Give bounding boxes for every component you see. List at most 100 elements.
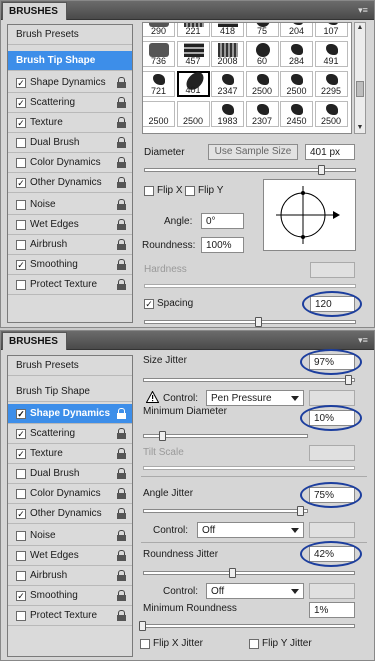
sidebar-item-brush-tip-shape[interactable]: Brush Tip Shape xyxy=(8,51,132,71)
lock-icon[interactable] xyxy=(117,590,126,601)
protect-texture-checkbox[interactable] xyxy=(16,611,26,621)
spacing-slider-knob[interactable] xyxy=(255,317,262,327)
brush-preset-tile[interactable]: 491 xyxy=(314,41,348,67)
sidebar-item-other-dynamics[interactable]: ✓ Other Dynamics xyxy=(8,173,132,193)
brush-preset-tile[interactable]: 457 xyxy=(176,41,210,67)
angle-field[interactable]: 0° xyxy=(201,213,244,229)
brush-preset-tile[interactable]: 2008 xyxy=(211,41,244,67)
sidebar-item-smoothing[interactable]: ✓ Smoothing xyxy=(8,586,132,606)
shape-dynamics-checkbox[interactable]: ✓ xyxy=(16,78,26,88)
scroll-down-icon[interactable]: ▼ xyxy=(355,123,365,133)
scroll-thumb[interactable] xyxy=(356,81,364,97)
panel-menu-icon[interactable]: ▾≡ xyxy=(356,4,370,16)
sidebar-item-smoothing[interactable]: ✓ Smoothing xyxy=(8,255,132,275)
brush-preset-tile[interactable]: 721 xyxy=(143,71,175,97)
brush-preset-tile[interactable]: 2307 xyxy=(245,101,279,127)
minimum-diameter-slider-knob[interactable] xyxy=(159,431,166,441)
airbrush-checkbox[interactable] xyxy=(16,240,26,250)
sidebar-item-wet-edges[interactable]: Wet Edges xyxy=(8,215,132,235)
sidebar-item-protect-texture[interactable]: Protect Texture xyxy=(8,275,132,295)
flip-y-checkbox[interactable] xyxy=(185,186,195,196)
smoothing-checkbox[interactable]: ✓ xyxy=(16,591,26,601)
angle-jitter-slider-track[interactable] xyxy=(143,509,308,513)
use-sample-size-button[interactable]: Use Sample Size xyxy=(208,144,298,160)
brush-preset-tile[interactable]: 736 xyxy=(143,41,175,67)
noise-checkbox[interactable] xyxy=(16,531,26,541)
angle-jitter-slider-knob[interactable] xyxy=(297,506,304,516)
other-dynamics-checkbox[interactable]: ✓ xyxy=(16,178,26,188)
brush-preset-tile[interactable]: 221 xyxy=(176,23,210,37)
protect-texture-checkbox[interactable] xyxy=(16,280,26,290)
control-select-roundness[interactable]: Off xyxy=(206,583,304,599)
other-dynamics-checkbox[interactable]: ✓ xyxy=(16,509,26,519)
color-dynamics-checkbox[interactable] xyxy=(16,489,26,499)
sidebar-item-noise[interactable]: Noise xyxy=(8,526,132,546)
brush-preset-tile[interactable]: 2347 xyxy=(211,71,244,97)
dual-brush-checkbox[interactable] xyxy=(16,469,26,479)
brush-preset-tile[interactable]: 401 xyxy=(176,69,210,97)
brush-preset-tile[interactable]: 2295 xyxy=(314,71,348,97)
sidebar-item-airbrush[interactable]: Airbrush xyxy=(8,566,132,586)
lock-icon[interactable] xyxy=(117,530,126,541)
texture-checkbox[interactable]: ✓ xyxy=(16,449,26,459)
lock-icon[interactable] xyxy=(117,157,126,168)
brush-preset-tile[interactable]: 418 xyxy=(211,23,244,37)
panel-tab-brushes[interactable]: BRUSHES xyxy=(2,332,67,350)
sidebar-item-noise[interactable]: Noise xyxy=(8,195,132,215)
size-jitter-slider-knob[interactable] xyxy=(345,375,352,385)
lock-icon[interactable] xyxy=(117,239,126,250)
sidebar-item-brush-presets[interactable]: Brush Presets xyxy=(8,356,132,376)
roundness-field[interactable]: 100% xyxy=(201,237,244,253)
sidebar-item-color-dynamics[interactable]: Color Dynamics xyxy=(8,153,132,173)
brush-preset-tile[interactable]: 107 xyxy=(314,23,348,37)
sidebar-item-shape-dynamics[interactable]: ✓ Shape Dynamics xyxy=(8,73,132,93)
texture-checkbox[interactable]: ✓ xyxy=(16,118,26,128)
roundness-jitter-slider-knob[interactable] xyxy=(229,568,236,578)
lock-icon[interactable] xyxy=(117,610,126,621)
lock-icon[interactable] xyxy=(117,508,126,519)
minimum-roundness-slider-track[interactable] xyxy=(143,624,355,628)
lock-icon[interactable] xyxy=(117,279,126,290)
brush-preset-tile[interactable]: 2500 xyxy=(245,71,279,97)
minimum-diameter-slider-track[interactable] xyxy=(143,434,308,438)
brush-preset-tile[interactable]: 60 xyxy=(245,41,279,67)
brush-preset-tile[interactable]: 1983 xyxy=(211,101,244,127)
sidebar-item-brush-presets[interactable]: Brush Presets xyxy=(8,25,132,45)
sidebar-item-brush-tip-shape[interactable]: Brush Tip Shape xyxy=(8,382,132,402)
brush-preset-tile[interactable]: 2500 xyxy=(176,101,210,127)
diameter-field[interactable]: 401 px xyxy=(305,144,355,160)
lock-icon[interactable] xyxy=(117,259,126,270)
roundness-jitter-slider-track[interactable] xyxy=(143,571,355,575)
brush-preset-tile[interactable]: 284 xyxy=(280,41,313,67)
brush-grid-scrollbar[interactable]: ▲ ▼ xyxy=(354,22,366,134)
size-jitter-slider-track[interactable] xyxy=(143,378,355,382)
sidebar-item-color-dynamics[interactable]: Color Dynamics xyxy=(8,484,132,504)
shape-dynamics-checkbox[interactable]: ✓ xyxy=(16,409,26,419)
spacing-checkbox[interactable]: ✓ xyxy=(144,299,154,309)
noise-checkbox[interactable] xyxy=(16,200,26,210)
sidebar-item-other-dynamics[interactable]: ✓ Other Dynamics xyxy=(8,504,132,524)
lock-icon[interactable] xyxy=(117,488,126,499)
sidebar-item-dual-brush[interactable]: Dual Brush xyxy=(8,133,132,153)
brush-preset-tile[interactable]: 2500 xyxy=(314,101,348,127)
sidebar-item-scattering[interactable]: ✓ Scattering xyxy=(8,424,132,444)
scroll-up-icon[interactable]: ▲ xyxy=(355,23,365,33)
sidebar-item-texture[interactable]: ✓ Texture xyxy=(8,444,132,464)
sidebar-item-dual-brush[interactable]: Dual Brush xyxy=(8,464,132,484)
color-dynamics-checkbox[interactable] xyxy=(16,158,26,168)
brush-preset-tile[interactable]: 2500 xyxy=(280,71,313,97)
lock-icon[interactable] xyxy=(117,468,126,479)
wet-edges-checkbox[interactable] xyxy=(16,551,26,561)
lock-icon[interactable] xyxy=(117,219,126,230)
sidebar-item-texture[interactable]: ✓ Texture xyxy=(8,113,132,133)
flip-x-checkbox[interactable] xyxy=(144,186,154,196)
wet-edges-checkbox[interactable] xyxy=(16,220,26,230)
control-select-angle[interactable]: Off xyxy=(197,522,304,538)
lock-icon[interactable] xyxy=(117,137,126,148)
lock-icon[interactable] xyxy=(117,428,126,439)
minimum-roundness-slider-knob[interactable] xyxy=(139,621,146,631)
brush-preset-tile[interactable]: 2450 xyxy=(280,101,313,127)
brush-preset-grid[interactable]: 290 221 418 75 204 107 736 457 2008 60 284 491 721 40… xyxy=(142,22,352,134)
lock-icon[interactable] xyxy=(117,117,126,128)
brush-preset-tile[interactable]: 2500 xyxy=(143,101,175,127)
